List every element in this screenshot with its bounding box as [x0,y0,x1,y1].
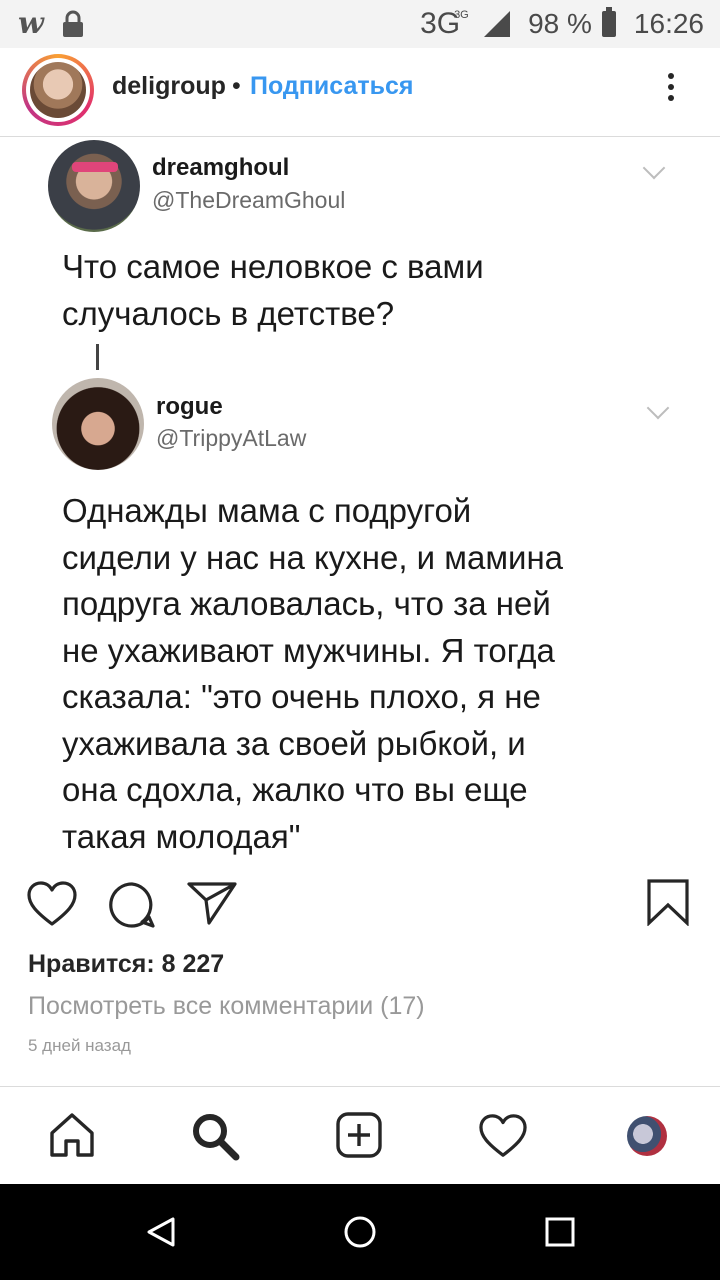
post-header: deligroup • Подписаться [0,48,720,137]
back-icon[interactable] [146,1216,176,1248]
activity-heart-icon[interactable] [478,1113,528,1159]
tweet-1-handle: @TheDreamGhoul [152,187,346,213]
clock: 16:26 [633,8,704,39]
home-icon[interactable] [48,1111,96,1159]
post-timestamp: 5 дней назад [28,1036,131,1055]
new-post-icon[interactable] [335,1111,383,1159]
like-heart-icon[interactable] [26,880,78,928]
battery-percent: 98 % [528,8,592,39]
tweet-1-text: Что самое неловкое с вами случалось в де… [62,248,484,332]
tweet-2-handle: @TrippyAtLaw [156,425,307,451]
comment-icon[interactable] [106,880,158,930]
signal-icon [484,11,511,37]
wattpad-icon: w [18,6,44,41]
view-comments-link[interactable]: Посмотреть все комментарии (17) [28,992,425,1021]
chevron-down-icon [646,396,670,420]
network-type: 3G 3G [420,7,469,40]
follow-button[interactable]: Подписаться [250,72,413,101]
likes-count[interactable]: Нравится: 8 227 [28,950,224,979]
tweet-1-name: dreamghoul [152,154,290,181]
battery-icon [601,7,616,37]
tweet-avatar-2 [52,378,144,470]
post-username[interactable]: deligroup [112,72,226,101]
thread-line [96,344,99,370]
chevron-down-icon [642,156,666,180]
home-circle-icon[interactable] [343,1215,377,1249]
recents-icon[interactable] [545,1217,575,1247]
tweet-2-name: rogue [156,393,223,420]
status-bar: w 3G 3G 98 % 16:26 [0,0,720,48]
search-icon[interactable] [190,1111,240,1161]
profile-avatar[interactable] [627,1116,667,1156]
android-nav-bar [0,1184,720,1280]
user-avatar[interactable] [22,54,94,126]
share-icon[interactable] [186,880,238,926]
tweet-2-text: Однажды мама с подругой сидели у нас на … [62,492,564,855]
separator-dot: • [232,72,241,100]
more-options-icon[interactable] [658,68,684,116]
tweet-avatar-1 [48,140,140,232]
lock-icon [62,10,83,37]
bottom-nav [0,1086,720,1185]
bookmark-icon[interactable] [646,878,690,926]
